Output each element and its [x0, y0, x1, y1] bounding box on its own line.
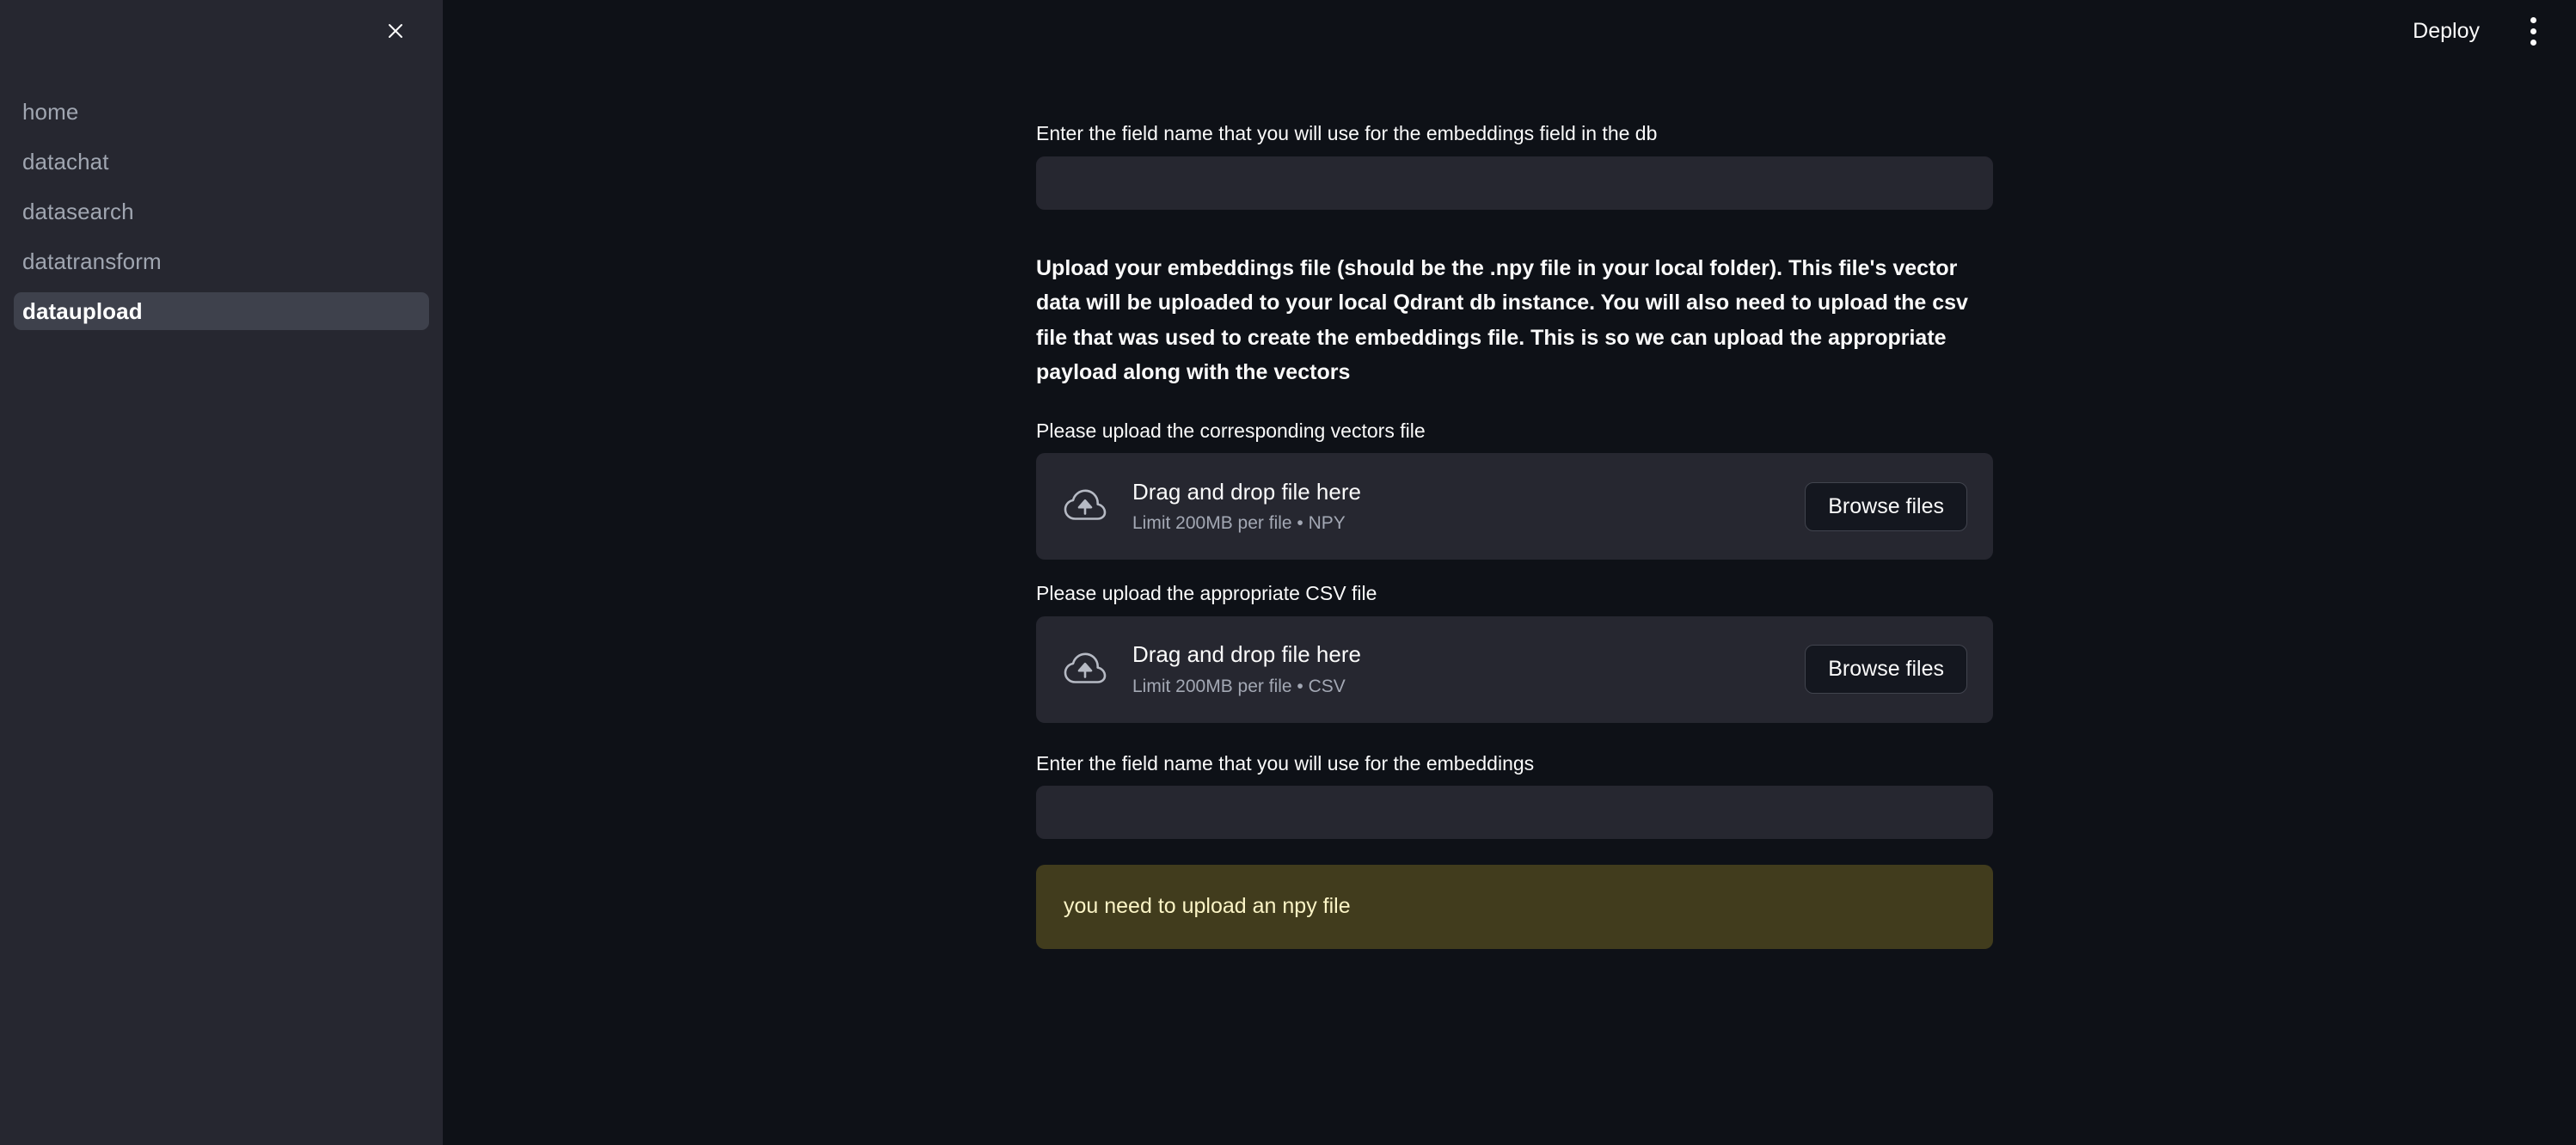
main-area: Deploy Enter the field name that you wil…: [443, 0, 2576, 1145]
sidebar-item-label: datatransform: [22, 248, 162, 274]
sidebar: home datachat datasearch datatransform d…: [0, 0, 443, 1145]
sidebar-item-label: home: [22, 99, 79, 125]
content-column: Enter the field name that you will use f…: [1036, 119, 1993, 949]
drag-drop-text: Drag and drop file here: [1132, 641, 1361, 668]
vectors-uploader-label: Please upload the corresponding vectors …: [1036, 419, 1426, 442]
sidebar-header: [0, 0, 443, 62]
sidebar-nav: home datachat datasearch datatransform d…: [0, 93, 443, 330]
sidebar-item-dataupload[interactable]: dataupload: [14, 292, 429, 330]
file-limit-text: Limit 200MB per file • CSV: [1132, 676, 1346, 696]
csv-uploader-label: Please upload the appropriate CSV file: [1036, 582, 1377, 604]
file-limit-text: Limit 200MB per file • NPY: [1132, 513, 1346, 533]
sidebar-item-label: datachat: [22, 149, 109, 175]
warning-alert: you need to upload an npy file: [1036, 865, 1993, 949]
kebab-dot: [2530, 16, 2536, 23]
kebab-menu-icon[interactable]: [2514, 12, 2552, 50]
drag-drop-text: Drag and drop file here: [1132, 478, 1361, 505]
close-sidebar-button[interactable]: [376, 11, 415, 51]
warning-alert-text: you need to upload an npy file: [1064, 894, 1351, 918]
embeddings-field-label: Enter the field name that you will use f…: [1036, 751, 1535, 775]
vectors-file-uploader[interactable]: Drag and drop file here Limit 200MB per …: [1036, 453, 1993, 560]
uploader-text-group: Drag and drop file here Limit 200MB per …: [1132, 479, 1805, 534]
db-field-input[interactable]: [1036, 156, 1993, 210]
kebab-dot: [2530, 39, 2536, 46]
app-root: home datachat datasearch datatransform d…: [0, 0, 2576, 1145]
close-icon: [385, 21, 406, 41]
sidebar-item-home[interactable]: home: [14, 93, 429, 131]
cloud-upload-icon: [1058, 480, 1112, 533]
sidebar-item-datatransform[interactable]: datatransform: [14, 242, 429, 280]
cloud-upload-icon: [1058, 643, 1112, 696]
browse-files-button-vectors[interactable]: Browse files: [1805, 481, 1967, 531]
csv-file-uploader[interactable]: Drag and drop file here Limit 200MB per …: [1036, 615, 1993, 723]
sidebar-item-datasearch[interactable]: datasearch: [14, 193, 429, 230]
sidebar-item-datachat[interactable]: datachat: [14, 143, 429, 181]
deploy-button[interactable]: Deploy: [2401, 14, 2492, 49]
db-field-label: Enter the field name that you will use f…: [1036, 122, 1658, 144]
sidebar-item-label: dataupload: [22, 298, 143, 324]
app-header: Deploy: [2401, 0, 2576, 62]
uploader-text-group: Drag and drop file here Limit 200MB per …: [1132, 641, 1805, 696]
browse-files-button-csv[interactable]: Browse files: [1805, 645, 1967, 694]
kebab-dot: [2530, 28, 2536, 34]
upload-instructions: Upload your embeddings file (should be t…: [1036, 255, 1968, 385]
sidebar-item-label: datasearch: [22, 199, 134, 224]
embeddings-field-input[interactable]: [1036, 786, 1993, 839]
